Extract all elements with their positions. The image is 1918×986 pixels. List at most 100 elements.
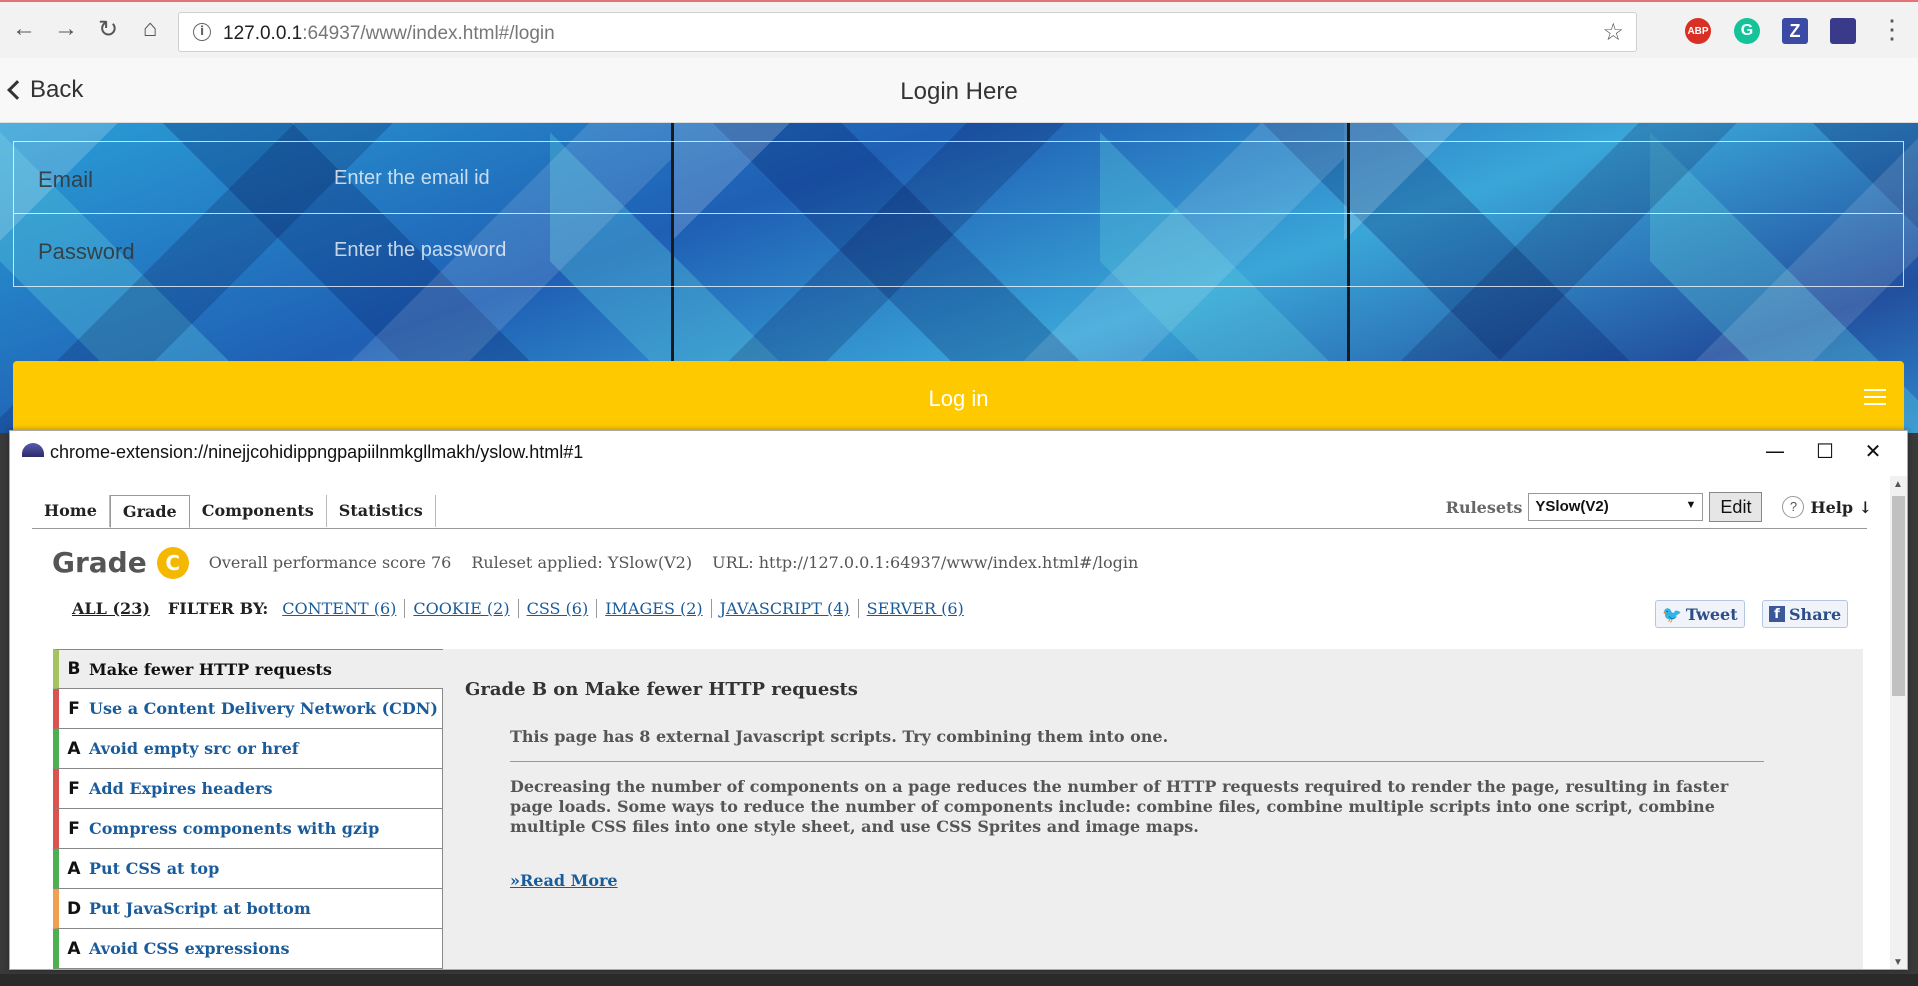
read-more-link[interactable]: »Read More [510,871,618,890]
rule-item[interactable]: B Make fewer HTTP requests [53,649,445,689]
rule-grade: F [68,778,80,799]
grammarly-extension-icon[interactable]: G [1734,18,1760,44]
yslow-logo-icon [22,443,44,457]
minimize-icon[interactable]: — [1755,437,1795,465]
yslow-tabs: Home Grade Components Statistics [32,495,436,528]
tab-statistics[interactable]: Statistics [327,495,436,527]
help-link[interactable]: Help ↓ [1810,498,1872,517]
share-label: Share [1789,604,1842,624]
filter-content[interactable]: CONTENT (6) [282,599,404,618]
rule-item[interactable]: A Avoid CSS expressions [53,929,443,969]
address-bar[interactable]: i 127.0.0.1:64937/www/index.html#/login … [178,12,1637,52]
grade-summary: Grade C Overall performance score 76 Rul… [52,546,1138,579]
scroll-down-icon[interactable]: ▼ [1893,957,1903,968]
rule-grade: A [67,858,81,879]
abp-extension-icon[interactable]: ABP [1685,18,1711,44]
login-button[interactable]: Log in [13,361,1904,433]
email-row: Email [14,142,1903,214]
scrollbar[interactable]: ▲ ▼ [1890,476,1907,969]
home-icon[interactable]: ⌂ [136,15,164,43]
url-path: :64937/www/index.html#/login [302,23,555,44]
share-button[interactable]: f Share [1762,600,1849,628]
url-text: URL: http://127.0.0.1:64937/www/index.ht… [712,553,1139,572]
rule-grade: F [68,698,80,719]
window-title: chrome-extension://ninejjcohidippngpapii… [50,442,584,462]
rule-item[interactable]: A Put CSS at top [53,849,443,889]
tab-grade[interactable]: Grade [109,495,190,528]
taskbar-strip [0,974,1918,986]
zotero-extension-icon[interactable]: Z [1782,18,1808,44]
password-row: Password [14,214,1903,286]
window-titlebar: chrome-extension://ninejjcohidippngpapii… [10,431,1907,471]
rule-list: B Make fewer HTTP requests F Use a Content… [53,649,445,969]
rule-item[interactable]: F Add Expires headers [53,769,443,809]
close-icon[interactable]: ✕ [1853,437,1893,465]
password-label: Password [38,239,135,264]
filter-all[interactable]: ALL (23) [72,599,150,618]
filter-javascript[interactable]: JAVASCRIPT (4) [710,599,858,618]
help-question-icon[interactable]: ? [1782,496,1805,518]
rule-item[interactable]: D Put JavaScript at bottom [53,889,443,929]
rule-label: Put JavaScript at bottom [89,899,311,918]
facebook-icon: f [1769,606,1785,622]
edit-button[interactable]: Edit [1709,492,1763,522]
rule-grade: A [67,738,81,759]
tweet-label: Tweet [1685,604,1738,624]
tweet-button[interactable]: 🐦 Tweet [1655,600,1745,628]
tab-home[interactable]: Home [32,495,110,527]
rule-grade: D [66,898,82,919]
grade-label: Grade [52,546,147,579]
twitter-icon: 🐦 [1662,604,1682,624]
address-url[interactable]: 127.0.0.1:64937/www/index.html#/login [223,23,555,45]
reload-icon[interactable]: ↻ [94,15,122,43]
tab-components[interactable]: Components [190,495,327,527]
rule-label: Make fewer HTTP requests [89,659,332,679]
login-label: Log in [928,386,989,411]
rule-label: Avoid empty src or href [89,739,299,758]
rule-item[interactable]: F Use a Content Delivery Network (CDN) [53,689,443,729]
hamburger-icon[interactable] [1864,389,1886,410]
scroll-up-icon[interactable]: ▲ [1893,479,1903,490]
grade-heading: Grade C [52,546,189,579]
rule-label: Put CSS at top [89,859,220,878]
menu-dots-icon[interactable]: ⋮ [1878,14,1906,44]
rule-grade: A [67,938,81,959]
filter-cookie[interactable]: COOKIE (2) [404,599,517,618]
ruleset-select[interactable]: YSlow(V2) [1528,493,1704,521]
filter-images[interactable]: IMAGES (2) [596,599,710,618]
filter-by-label: FILTER BY: [167,599,269,618]
detail-body: Decreasing the number of components on a… [510,777,1729,836]
filter-server[interactable]: SERVER (6) [857,599,972,618]
info-icon[interactable]: i [193,23,211,41]
filter-css[interactable]: CSS (6) [517,599,597,618]
rulesets-bar: Rulesets YSlow(V2) Edit ? Help ↓ [1446,492,1872,522]
rule-item[interactable]: A Avoid empty src or href [53,729,443,769]
grade-badge: C [156,546,189,579]
detail-summary: This page has 8 external Javascript scri… [510,727,1169,746]
ruleset-applied: Ruleset applied: YSlow(V2) [471,553,693,572]
rule-item[interactable]: F Compress components with gzip [53,809,443,849]
yslow-extension-icon[interactable] [1830,18,1856,44]
filter-bar: ALL (23) FILTER BY: CONTENT (6) COOKIE (… [72,599,972,618]
score-text: Overall performance score 76 [208,553,452,572]
email-label: Email [38,167,94,192]
url-host: 127.0.0.1 [223,23,303,44]
back-arrow-icon[interactable]: ← [10,15,38,43]
scrollbar-thumb[interactable] [1892,496,1905,696]
rule-label: Add Expires headers [89,779,273,798]
star-icon[interactable]: ☆ [1602,18,1624,47]
browser-toolbar: ← → ↻ ⌂ i 127.0.0.1:64937/www/index.html… [0,0,1918,58]
password-field[interactable] [334,232,934,268]
rule-grade: F [68,818,80,839]
detail-title: Grade B on Make fewer HTTP requests [465,679,858,700]
maximize-icon[interactable]: ☐ [1805,437,1845,465]
rule-label: Compress components with gzip [89,819,380,838]
app-header: Back Login Here [0,58,1918,123]
forward-arrow-icon[interactable]: → [52,15,80,43]
yslow-window: chrome-extension://ninejjcohidippngpapii… [9,430,1908,970]
rule-label: Avoid CSS expressions [89,939,290,958]
email-field[interactable] [334,160,934,196]
rule-grade: B [67,659,81,679]
login-form: Email Password [13,141,1904,287]
rule-label: Use a Content Delivery Network (CDN) [89,699,438,718]
